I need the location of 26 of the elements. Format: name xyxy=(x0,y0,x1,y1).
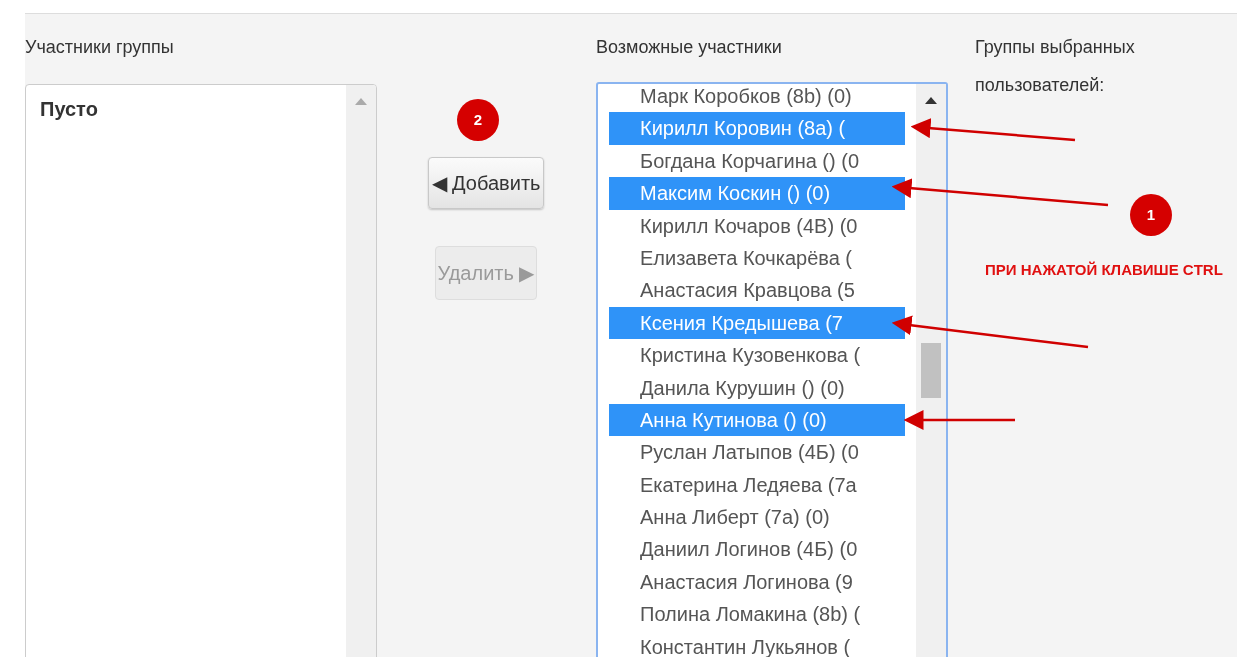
list-item[interactable]: Даниил Логинов (4Б) (0 xyxy=(609,533,915,566)
list-item[interactable]: Марк Коробков (8b) (0) xyxy=(609,84,915,113)
members-listbox[interactable]: Пусто xyxy=(25,84,377,657)
panel-title: Группы выбранных пользователей: xyxy=(975,36,1136,97)
empty-text: Пусто xyxy=(39,97,99,122)
list-item[interactable]: Богдана Корчагина () (0 xyxy=(609,144,915,178)
list-item[interactable]: Анна Либерт (7а) (0) xyxy=(609,501,915,534)
scrollbar[interactable] xyxy=(346,85,376,657)
list-item[interactable]: Полина Ломакина (8b) ( xyxy=(609,598,915,631)
list-item[interactable]: Руслан Латыпов (4Б) (0 xyxy=(609,436,915,469)
list-item[interactable]: Кристина Кузовенкова ( xyxy=(609,339,915,372)
annotation-note: ПРИ НАЖАТОЙ КЛАВИШЕ CTRL xyxy=(985,260,1224,280)
add-button[interactable]: ◀ Добавить xyxy=(427,157,545,209)
candidates-listbox[interactable] xyxy=(596,82,948,657)
scroll-thumb[interactable] xyxy=(921,343,941,398)
list-item[interactable]: Анастасия Кравцова (5 xyxy=(609,274,915,307)
panel-title: Возможные участники xyxy=(596,36,783,59)
list-item[interactable]: Анастасия Логинова (9 xyxy=(609,565,915,599)
scrollbar[interactable] xyxy=(916,84,946,657)
list-item[interactable]: Елизавета Кочкарёва ( xyxy=(609,241,915,275)
scroll-up-icon[interactable] xyxy=(925,96,937,104)
list-item[interactable]: Екатерина Ледяева (7а xyxy=(609,468,915,502)
list-item[interactable]: Кирилл Кочаров (4В) (0 xyxy=(609,209,915,242)
list-item[interactable]: Константин Лукьянов ( xyxy=(609,630,915,657)
list-item[interactable]: Данила Курушин () (0) xyxy=(609,371,915,404)
panel-title: Участники группы xyxy=(25,36,175,59)
